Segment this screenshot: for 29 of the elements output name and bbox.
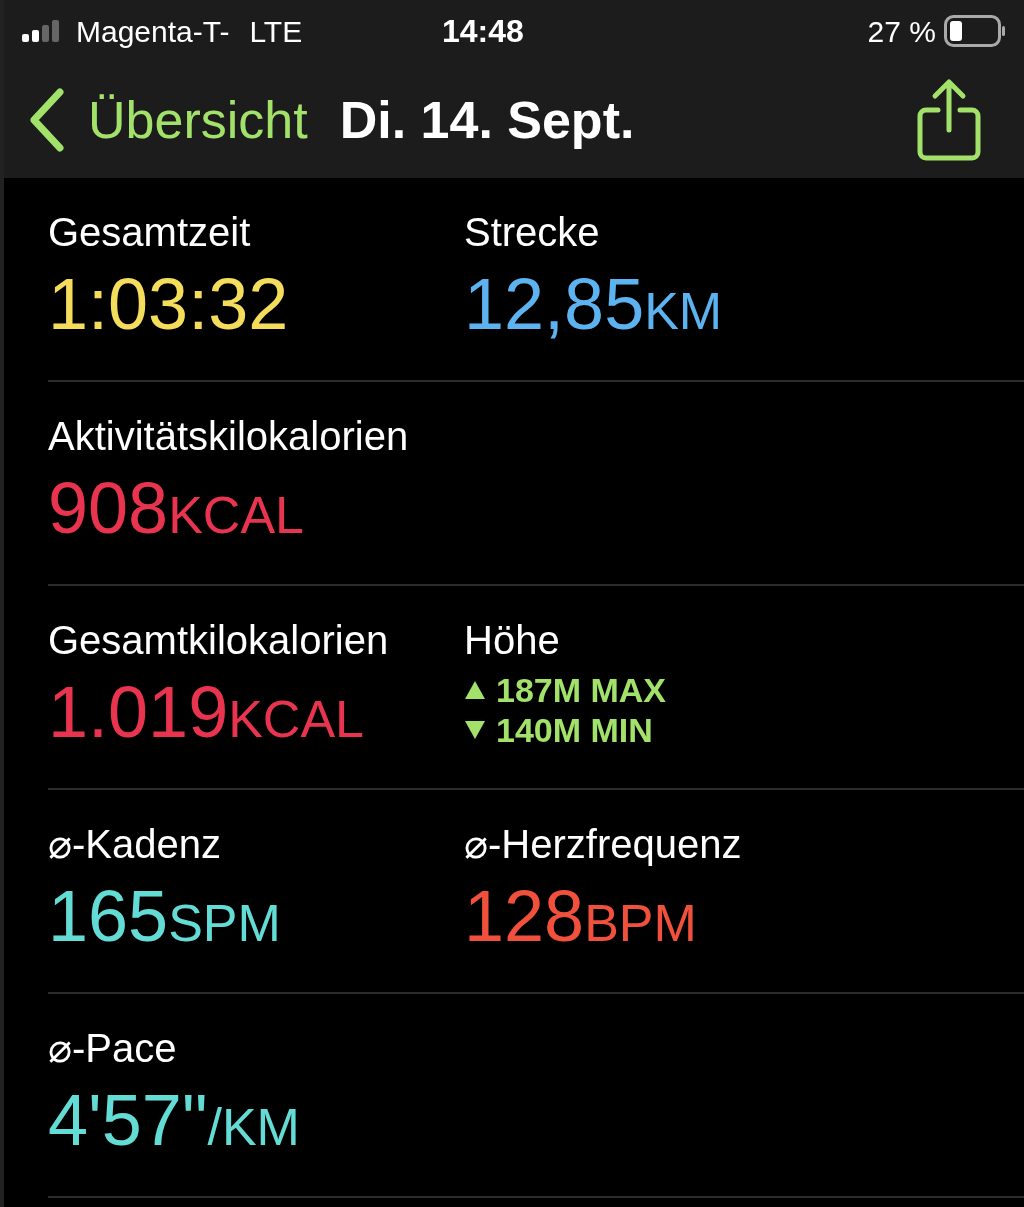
metric-label: Gesamtkilokalorien [48,617,389,664]
metric-value: 165SPM [48,876,281,958]
share-icon [916,78,982,162]
metric-label: Aktivitätskilokalorien [48,413,409,460]
back-button[interactable]: Übersicht [28,81,308,159]
metric-label: Strecke [464,209,600,256]
elevation-max: 187M MAX [464,670,667,710]
metric-value: 128BPM [464,876,697,958]
metric-value: 12,85KM [464,264,723,346]
metric-label: Gesamtzeit [48,209,251,256]
battery-icon [944,15,1006,47]
metric-label: ⌀-Pace [48,1025,177,1072]
battery-percentage: 27 % [867,13,936,50]
metric-value: 4'57"/KM [48,1080,300,1162]
down-triangle-icon [464,720,486,740]
metric-value: 1:03:32 [48,264,289,346]
network-type: LTE [249,13,303,50]
metric-label: ⌀-Herzfrequenz [464,821,742,868]
metric-value: 1.019KCAL [48,672,365,754]
metric-value: 908KCAL [48,468,304,550]
share-button[interactable] [916,78,982,162]
metric-label: ⌀-Kadenz [48,821,221,868]
up-triangle-icon [464,680,486,700]
page-title: Di. 14. Sept. [339,90,635,151]
back-chevron-icon [28,88,66,152]
carrier-name: Magenta-T- [76,13,230,50]
clock: 14:48 [442,12,524,51]
elevation-min: 140M MIN [464,710,653,750]
metric-label: Höhe [464,617,560,664]
